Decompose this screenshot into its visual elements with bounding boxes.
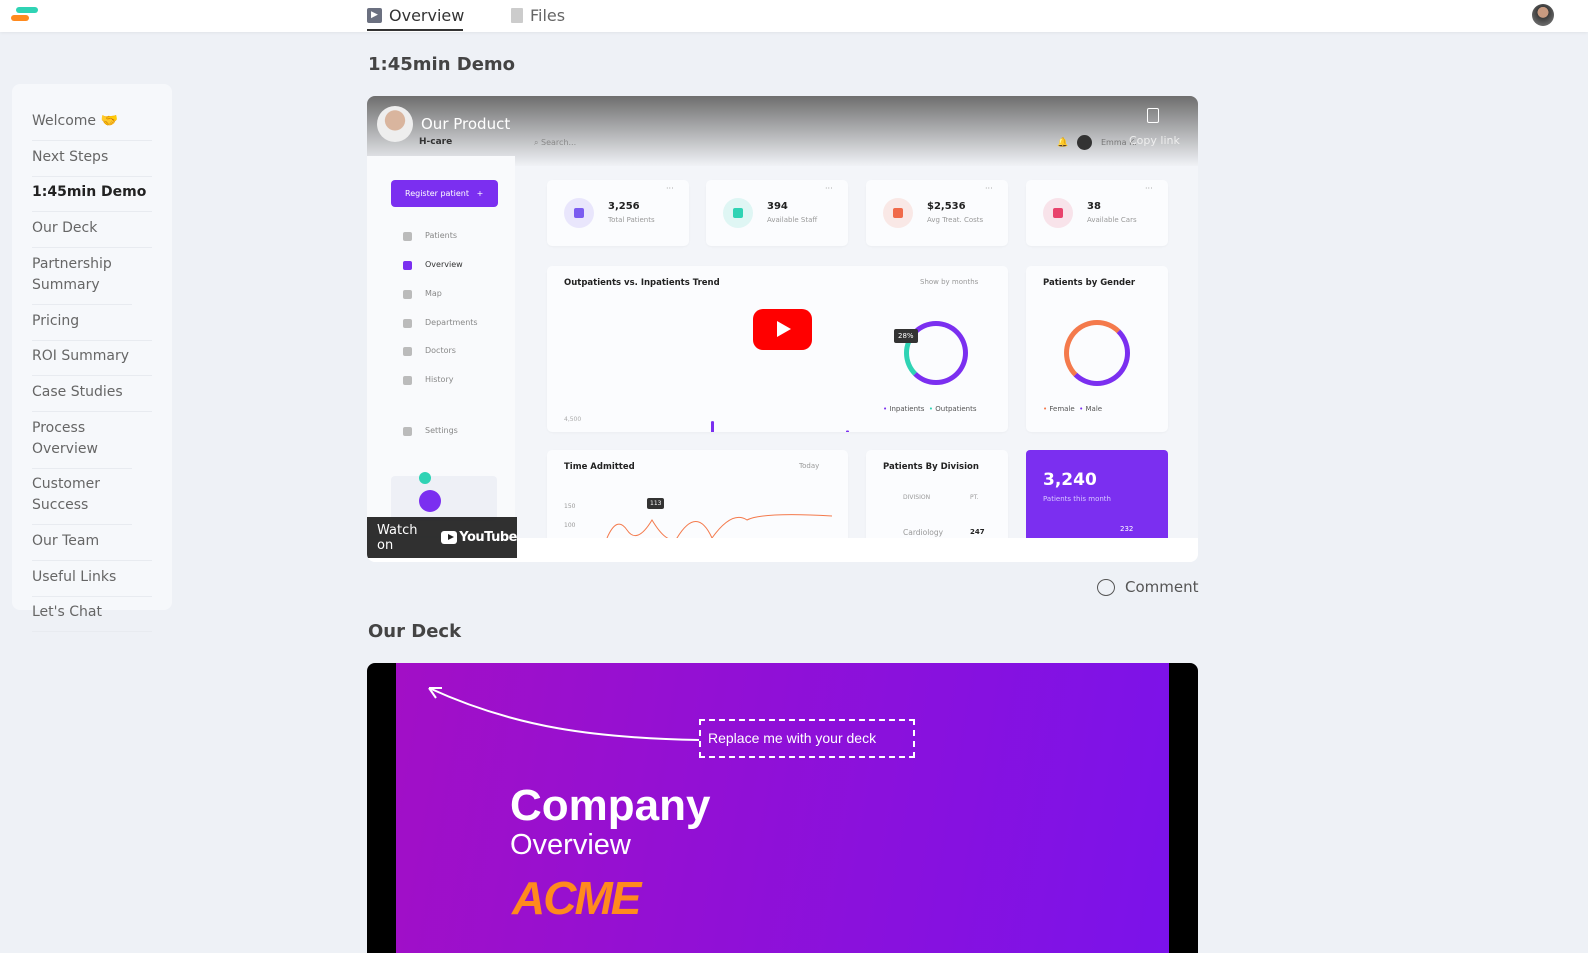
search-text: Search... <box>541 138 577 147</box>
bell-icon: 🔔 <box>1057 138 1069 148</box>
nav-icon <box>403 347 412 356</box>
user-avatar <box>1077 135 1092 150</box>
bar <box>711 421 714 432</box>
sidebar-item[interactable]: Next Steps <box>32 147 152 177</box>
sidebar-item[interactable]: Process Overview <box>32 418 132 469</box>
youtube-logo-icon <box>440 531 458 544</box>
donut-tooltip: 28% <box>894 329 918 343</box>
app-nav-item: Map <box>425 289 442 298</box>
sidebar-item[interactable]: Partnership Summary <box>32 254 132 305</box>
deck-embed[interactable]: Replace me with your deck Company Overvi… <box>367 663 1198 953</box>
app-nav-item: Doctors <box>425 346 456 355</box>
bar <box>846 430 849 432</box>
gender-donut <box>1064 320 1130 386</box>
sidebar-item[interactable]: Let's Chat <box>32 602 152 633</box>
nav-icon <box>403 232 412 241</box>
page-title: 1:45min Demo <box>368 54 516 75</box>
sidebar-item[interactable]: 1:45min Demo <box>32 182 152 213</box>
video-title[interactable]: Our Product <box>421 115 510 133</box>
tab-label: Files <box>530 6 566 25</box>
nav-icon <box>403 290 412 299</box>
sidebar-item[interactable]: Useful Links <box>32 567 152 597</box>
register-patient-button: Register patient + <box>391 180 498 207</box>
logo-part <box>11 15 29 21</box>
tab-overview[interactable]: ▶ Overview <box>367 6 464 25</box>
sidebar-item[interactable]: Pricing <box>32 311 152 341</box>
file-icon <box>511 8 523 23</box>
sidebar-item[interactable]: Our Deck <box>32 218 152 249</box>
y-tick: 4,500 <box>564 416 581 423</box>
nav-icon <box>403 261 412 270</box>
gender-card: Patients by Gender • Female • Male <box>1026 266 1168 432</box>
sidebar-item[interactable]: Case Studies <box>32 382 152 412</box>
copy-icon[interactable] <box>1147 108 1159 123</box>
deck-placeholder: Replace me with your deck <box>699 719 915 758</box>
nav-icon <box>403 319 412 328</box>
play-button[interactable] <box>753 309 812 350</box>
sidebar: Welcome 🤝 Next Steps 1:45min Demo Our Deck P… <box>12 84 172 633</box>
app-nav-item: Overview <box>425 260 463 269</box>
watch-on-youtube-button[interactable]: Watch on YouTube <box>367 517 517 558</box>
logo[interactable] <box>16 7 38 13</box>
tab-label: Overview <box>389 6 465 25</box>
sidebar-item[interactable]: ROI Summary <box>32 346 152 377</box>
app-nav-item: Settings <box>425 426 458 435</box>
sidebar-item[interactable]: Our Team <box>32 531 152 561</box>
user-avatar[interactable] <box>1532 4 1554 26</box>
stat-card: $2,536 Avg Treat. Costs ··· <box>866 180 1008 246</box>
comment-button[interactable]: Comment <box>1097 578 1199 596</box>
section-title: Our Deck <box>368 621 462 642</box>
app-brand: H-care <box>419 137 453 147</box>
time-admitted-card: Time Admitted Today 150 100 113 <box>547 450 848 550</box>
division-card: Patients By Division DIVISION PT. Cardio… <box>866 450 1008 550</box>
stat-card: 38 Available Cars ··· <box>1026 180 1168 246</box>
deck-slide: Replace me with your deck Company Overvi… <box>396 663 1169 953</box>
illustration <box>391 472 497 521</box>
tab-files[interactable]: Files <box>511 6 565 25</box>
play-square-icon: ▶ <box>367 8 382 23</box>
nav-icon <box>403 376 412 385</box>
stat-card: 394 Available Staff ··· <box>706 180 848 246</box>
video-embed[interactable]: Our Product H-care ⌕ Search... 🔔 Emma K.… <box>367 96 1198 562</box>
app-nav-item: History <box>425 375 454 384</box>
comment-icon <box>1097 578 1115 596</box>
play-icon <box>777 321 791 337</box>
channel-avatar[interactable] <box>377 106 413 142</box>
acme-logo: ACME <box>512 872 641 924</box>
sidebar-item[interactable]: Welcome 🤝 <box>32 111 152 141</box>
active-tab-indicator <box>367 29 463 31</box>
slide-subtitle: Overview <box>510 829 631 861</box>
sidebar-item[interactable]: Customer Success <box>32 474 132 526</box>
nav-icon <box>403 427 412 436</box>
stat-card: 3,256 Total Patients ··· <box>547 180 689 246</box>
app-nav-item: Departments <box>425 318 478 327</box>
month-card: 3,240 Patients this month 232 <box>1026 450 1168 550</box>
slide-title: Company <box>510 781 711 830</box>
top-bar: ▶ Overview Files <box>0 0 1588 32</box>
copy-link-button[interactable]: Copy link <box>1129 134 1180 147</box>
app-nav-item: Patients <box>425 231 458 240</box>
